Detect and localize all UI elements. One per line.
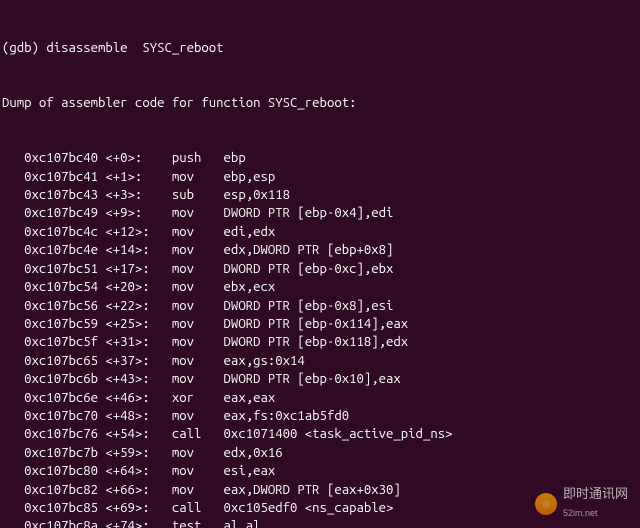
terminal-output[interactable]: (gdb) disassemble SYSC_reboot Dump of as… [0, 0, 640, 528]
disassembly-line: 0xc107bc43 <+3>: sub esp,0x118 [2, 186, 640, 204]
disassembly-line: 0xc107bc6e <+46>: xor eax,eax [2, 389, 640, 407]
gdb-prompt: (gdb) [2, 41, 46, 55]
watermark-icon [535, 493, 557, 515]
watermark: 即时通讯网 52im.net [535, 485, 632, 522]
dump-header: Dump of assembler code for function SYSC… [2, 94, 640, 112]
disassembly-line: 0xc107bc5f <+31>: mov DWORD PTR [ebp-0x1… [2, 333, 640, 351]
disassembly-line: 0xc107bc41 <+1>: mov ebp,esp [2, 168, 640, 186]
watermark-text-main: 即时通讯网 [563, 485, 628, 503]
disassembly-line: 0xc107bc65 <+37>: mov eax,gs:0x14 [2, 352, 640, 370]
disassembly-line: 0xc107bc4c <+12>: mov edi,edx [2, 223, 640, 241]
watermark-text-sub: 52im.net [563, 504, 632, 522]
disassembly-line: 0xc107bc54 <+20>: mov ebx,ecx [2, 278, 640, 296]
gdb-prompt-line: (gdb) disassemble SYSC_reboot [2, 39, 640, 57]
disassembly-line: 0xc107bc59 <+25>: mov DWORD PTR [ebp-0x1… [2, 315, 640, 333]
disassembly-line: 0xc107bc40 <+0>: push ebp [2, 149, 640, 167]
disassembly-line: 0xc107bc4e <+14>: mov edx,DWORD PTR [ebp… [2, 241, 640, 259]
disassembly-line: 0xc107bc56 <+22>: mov DWORD PTR [ebp-0x8… [2, 297, 640, 315]
disassembly-line: 0xc107bc49 <+9>: mov DWORD PTR [ebp-0x4]… [2, 204, 640, 222]
disassembly-line: 0xc107bc76 <+54>: call 0xc1071400 <task_… [2, 425, 640, 443]
disassembly-line: 0xc107bc6b <+43>: mov DWORD PTR [ebp-0x1… [2, 370, 640, 388]
disassembly-line: 0xc107bc7b <+59>: mov edx,0x16 [2, 444, 640, 462]
disassembly-line: 0xc107bc80 <+64>: mov esi,eax [2, 462, 640, 480]
gdb-command: disassemble SYSC_reboot [46, 41, 223, 55]
disassembly-block-1: 0xc107bc40 <+0>: push ebp 0xc107bc41 <+1… [2, 149, 640, 528]
disassembly-line: 0xc107bc70 <+48>: mov eax,fs:0xc1ab5fd0 [2, 407, 640, 425]
disassembly-line: 0xc107bc51 <+17>: mov DWORD PTR [ebp-0xc… [2, 260, 640, 278]
